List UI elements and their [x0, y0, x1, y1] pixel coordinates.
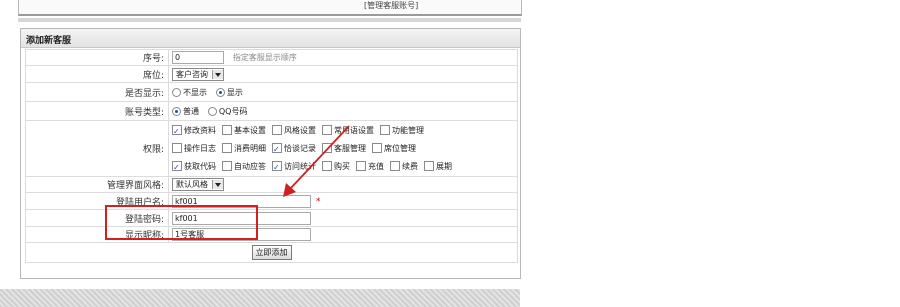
- permissions-label: 权限:: [25, 120, 169, 177]
- permission-label: 购买: [334, 161, 350, 171]
- permission-label: 恰谈记录: [284, 143, 316, 153]
- seq-hint: 指定客服显示顺序: [232, 53, 297, 62]
- row-username: 登陆用户名: kf001 *: [25, 192, 518, 210]
- panel-header: 添加新客服: [21, 29, 520, 48]
- permission-label: 操作日志: [184, 143, 216, 153]
- top-panel: [管理客服账号]: [18, 0, 522, 16]
- permission-checkbox[interactable]: [272, 141, 282, 159]
- row-password: 登陆密码: kf001: [25, 209, 518, 227]
- seq-input[interactable]: 0: [172, 51, 224, 64]
- permission-checkbox[interactable]: [222, 125, 232, 135]
- permissions-row: 修改资料 基本设置 风格设置 常用语设置 功能管理: [172, 122, 517, 141]
- seat-select-value: 客户咨询: [176, 69, 208, 79]
- permission-checkbox[interactable]: [172, 159, 182, 177]
- permission-checkbox[interactable]: [424, 161, 434, 171]
- panel-title: 添加新客服: [26, 36, 72, 46]
- permission-label: 获取代码: [184, 161, 216, 171]
- radio-normal[interactable]: [172, 106, 181, 116]
- permission-checkbox[interactable]: [172, 123, 182, 141]
- permission-checkbox[interactable]: [222, 161, 232, 171]
- option-show: 显示: [226, 87, 243, 97]
- row-seat: 席位: 客户咨询: [25, 65, 518, 83]
- service-form: 序号: 0 指定客服显示顺序 席位: 客户咨询 是否显示: 不显示 显示 账号类…: [25, 49, 518, 263]
- row-nickname: 显示昵称: 1号客服: [25, 226, 518, 243]
- permission-checkbox[interactable]: [172, 143, 182, 153]
- username-label: 登陆用户名:: [25, 192, 169, 210]
- permission-label: 席位管理: [384, 143, 416, 153]
- permission-label: 消费明细: [234, 143, 266, 153]
- username-input[interactable]: kf001: [172, 194, 311, 208]
- seat-select[interactable]: 客户咨询: [172, 67, 224, 81]
- add-service-panel: 添加新客服 序号: 0 指定客服显示顺序 席位: 客户咨询 是否显示: 不显示 …: [20, 28, 521, 279]
- row-display: 是否显示: 不显示 显示: [25, 82, 518, 102]
- permission-label: 客服管理: [334, 143, 366, 153]
- permission-checkbox[interactable]: [222, 143, 232, 153]
- permission-label: 访问统计: [284, 161, 316, 171]
- radio-qq[interactable]: [207, 106, 217, 116]
- permission-label: 展期: [436, 161, 452, 171]
- display-label: 是否显示:: [25, 82, 169, 102]
- manage-accounts-link[interactable]: [管理客服账号]: [364, 0, 418, 11]
- permission-checkbox[interactable]: [372, 143, 382, 153]
- permission-checkbox[interactable]: [356, 161, 366, 171]
- row-account-type: 账号类型: 普通 QQ号码: [25, 101, 518, 121]
- row-permissions: 权限: 修改资料 基本设置 风格设置 常用语设置 功能管理操作日志 消费明细 恰谈记录 客服管…: [25, 120, 518, 177]
- nickname-input[interactable]: 1号客服: [172, 228, 311, 241]
- row-seq: 序号: 0 指定客服显示顺序: [25, 49, 518, 66]
- permission-checkbox[interactable]: [390, 161, 400, 171]
- seq-label: 序号:: [25, 49, 169, 66]
- permission-label: 续费: [402, 161, 418, 171]
- permission-checkbox[interactable]: [272, 159, 282, 177]
- permission-checkbox[interactable]: [322, 143, 332, 153]
- permissions-row: 操作日志 消费明细 恰谈记录 客服管理 席位管理: [172, 140, 517, 159]
- permission-checkbox[interactable]: [272, 125, 282, 135]
- permission-checkbox[interactable]: [322, 125, 332, 135]
- permission-label: 充值: [368, 161, 384, 171]
- row-style: 管理界面风格: 默认风格: [25, 176, 518, 193]
- nickname-label: 显示昵称:: [25, 226, 169, 243]
- style-select[interactable]: 默认风格: [172, 178, 224, 191]
- radio-hide[interactable]: [172, 87, 181, 97]
- seat-label: 席位:: [25, 65, 169, 83]
- password-input[interactable]: kf001: [172, 211, 311, 225]
- option-normal: 普通: [183, 106, 199, 116]
- account-type-label: 账号类型:: [25, 101, 169, 121]
- style-label: 管理界面风格:: [25, 176, 169, 193]
- required-marker: *: [316, 196, 321, 207]
- row-submit: 立即添加: [25, 242, 518, 263]
- permission-label: 自动应答: [234, 161, 266, 171]
- permissions-row: 获取代码 自动应答 访问统计 购买 充值 续费 展期: [172, 158, 517, 177]
- permission-checkbox[interactable]: [380, 125, 390, 135]
- permission-label: 基本设置: [234, 125, 266, 135]
- permission-checkbox[interactable]: [322, 161, 332, 171]
- permission-label: 常用语设置: [334, 125, 374, 135]
- submit-button[interactable]: 立即添加: [251, 245, 292, 260]
- permission-label: 功能管理: [392, 125, 424, 135]
- password-label: 登陆密码:: [25, 209, 169, 227]
- bottom-bar: [0, 289, 520, 307]
- permissions-cell: 修改资料 基本设置 风格设置 常用语设置 功能管理操作日志 消费明细 恰谈记录 客服管理 席位管…: [168, 120, 518, 177]
- top-divider: [18, 18, 521, 22]
- permission-label: 修改资料: [184, 125, 216, 135]
- chevron-down-icon[interactable]: [212, 69, 223, 79]
- style-select-value: 默认风格: [176, 180, 208, 189]
- option-qq: QQ号码: [218, 106, 248, 116]
- option-hide: 不显示: [183, 87, 207, 97]
- chevron-down-icon[interactable]: [212, 180, 223, 189]
- radio-show[interactable]: [215, 87, 225, 97]
- permission-label: 风格设置: [284, 125, 316, 135]
